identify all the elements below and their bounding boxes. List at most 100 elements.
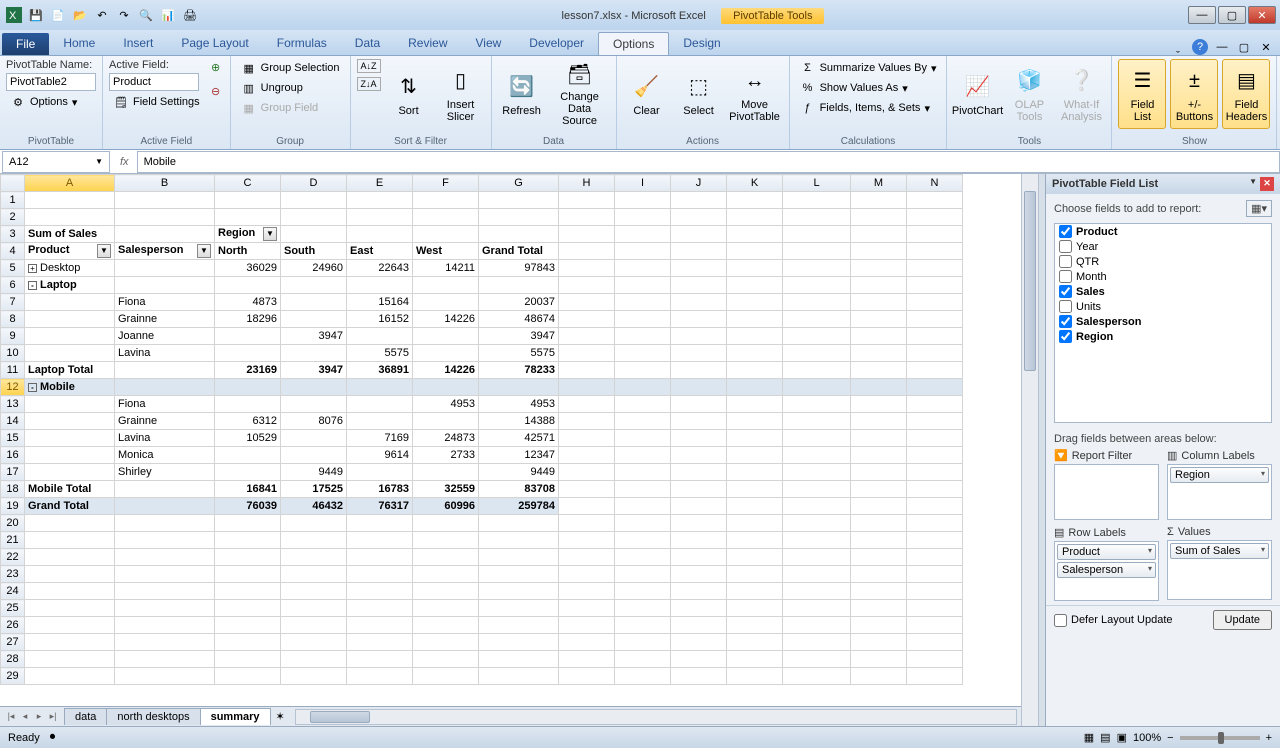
grid[interactable]: ABCDEFGHIJKLMN123Sum of SalesRegion▼4Pro… bbox=[0, 174, 1021, 706]
minimize-button[interactable]: — bbox=[1188, 6, 1216, 24]
cell-K4[interactable] bbox=[727, 243, 783, 260]
update-button[interactable]: Update bbox=[1213, 610, 1272, 630]
cell-B12[interactable] bbox=[115, 379, 215, 396]
cell-D19[interactable]: 46432 bbox=[281, 498, 347, 515]
area-chip-sum-of-sales[interactable]: Sum of Sales bbox=[1170, 543, 1269, 559]
zoom-out-icon[interactable]: − bbox=[1167, 732, 1173, 744]
cell-N21[interactable] bbox=[907, 532, 963, 549]
row-header-24[interactable]: 24 bbox=[1, 583, 25, 600]
cell-A28[interactable] bbox=[25, 651, 115, 668]
hscroll-thumb[interactable] bbox=[310, 711, 370, 723]
cell-E10[interactable]: 5575 bbox=[347, 345, 413, 362]
cell-F9[interactable] bbox=[413, 328, 479, 345]
cell-B7[interactable]: Fiona bbox=[115, 294, 215, 311]
show-values-as-button[interactable]: %Show Values As ▾ bbox=[796, 79, 941, 97]
cell-B17[interactable]: Shirley bbox=[115, 464, 215, 481]
cell-N18[interactable] bbox=[907, 481, 963, 498]
area-rows-box[interactable]: ProductSalesperson bbox=[1054, 541, 1159, 601]
cell-L27[interactable] bbox=[783, 634, 851, 651]
cell-M10[interactable] bbox=[851, 345, 907, 362]
cell-H15[interactable] bbox=[559, 430, 615, 447]
cell-J17[interactable] bbox=[671, 464, 727, 481]
minimize-ribbon-icon[interactable]: ˬ bbox=[1170, 39, 1186, 55]
cell-B14[interactable]: Grainne bbox=[115, 413, 215, 430]
insert-slicer-button[interactable]: ▯Insert Slicer bbox=[437, 59, 485, 129]
tab-design[interactable]: Design bbox=[669, 32, 734, 55]
plusminus-buttons-button[interactable]: ±+/- Buttons bbox=[1170, 59, 1218, 129]
cell-J19[interactable] bbox=[671, 498, 727, 515]
field-checkbox[interactable] bbox=[1059, 225, 1072, 238]
cell-D9[interactable]: 3947 bbox=[281, 328, 347, 345]
cell-D2[interactable] bbox=[281, 209, 347, 226]
cell-H23[interactable] bbox=[559, 566, 615, 583]
cell-E11[interactable]: 36891 bbox=[347, 362, 413, 379]
cell-A2[interactable] bbox=[25, 209, 115, 226]
cell-N23[interactable] bbox=[907, 566, 963, 583]
cell-M28[interactable] bbox=[851, 651, 907, 668]
cell-E25[interactable] bbox=[347, 600, 413, 617]
cell-N7[interactable] bbox=[907, 294, 963, 311]
cell-N5[interactable] bbox=[907, 260, 963, 277]
cell-C27[interactable] bbox=[215, 634, 281, 651]
cell-L9[interactable] bbox=[783, 328, 851, 345]
group-field-button[interactable]: ▦Group Field bbox=[237, 99, 344, 117]
cell-H16[interactable] bbox=[559, 447, 615, 464]
cell-C22[interactable] bbox=[215, 549, 281, 566]
cell-M22[interactable] bbox=[851, 549, 907, 566]
cell-H2[interactable] bbox=[559, 209, 615, 226]
cell-B28[interactable] bbox=[115, 651, 215, 668]
cell-E14[interactable] bbox=[347, 413, 413, 430]
cell-B20[interactable] bbox=[115, 515, 215, 532]
cell-I14[interactable] bbox=[615, 413, 671, 430]
cell-I19[interactable] bbox=[615, 498, 671, 515]
cell-N28[interactable] bbox=[907, 651, 963, 668]
cell-I24[interactable] bbox=[615, 583, 671, 600]
cell-M27[interactable] bbox=[851, 634, 907, 651]
cell-G20[interactable] bbox=[479, 515, 559, 532]
cell-J25[interactable] bbox=[671, 600, 727, 617]
cell-L15[interactable] bbox=[783, 430, 851, 447]
cell-D18[interactable]: 17525 bbox=[281, 481, 347, 498]
cell-N10[interactable] bbox=[907, 345, 963, 362]
group-selection-button[interactable]: ▦Group Selection bbox=[237, 59, 344, 77]
cell-M9[interactable] bbox=[851, 328, 907, 345]
cell-F23[interactable] bbox=[413, 566, 479, 583]
window-restore-icon[interactable]: ▢ bbox=[1236, 39, 1252, 55]
cell-K17[interactable] bbox=[727, 464, 783, 481]
cell-E22[interactable] bbox=[347, 549, 413, 566]
cell-D26[interactable] bbox=[281, 617, 347, 634]
cell-A22[interactable] bbox=[25, 549, 115, 566]
cell-E28[interactable] bbox=[347, 651, 413, 668]
cell-G13[interactable]: 4953 bbox=[479, 396, 559, 413]
cell-H19[interactable] bbox=[559, 498, 615, 515]
cell-J28[interactable] bbox=[671, 651, 727, 668]
cell-L22[interactable] bbox=[783, 549, 851, 566]
cell-E8[interactable]: 16152 bbox=[347, 311, 413, 328]
cell-J2[interactable] bbox=[671, 209, 727, 226]
cell-N9[interactable] bbox=[907, 328, 963, 345]
cell-C13[interactable] bbox=[215, 396, 281, 413]
field-checkbox[interactable] bbox=[1059, 330, 1072, 343]
cell-K8[interactable] bbox=[727, 311, 783, 328]
cell-F14[interactable] bbox=[413, 413, 479, 430]
cell-E16[interactable]: 9614 bbox=[347, 447, 413, 464]
cell-H5[interactable] bbox=[559, 260, 615, 277]
select-button[interactable]: ⬚Select bbox=[675, 59, 723, 129]
cell-K1[interactable] bbox=[727, 192, 783, 209]
collapse-field-icon[interactable]: ⊖ bbox=[208, 83, 224, 99]
vertical-scrollbar[interactable] bbox=[1021, 174, 1038, 726]
filter-dropdown-icon[interactable]: ▼ bbox=[97, 244, 111, 258]
cell-G6[interactable] bbox=[479, 277, 559, 294]
col-header-M[interactable]: M bbox=[851, 175, 907, 192]
cell-L20[interactable] bbox=[783, 515, 851, 532]
cell-C19[interactable]: 76039 bbox=[215, 498, 281, 515]
cell-H28[interactable] bbox=[559, 651, 615, 668]
macro-record-icon[interactable]: ⏺ bbox=[50, 731, 56, 744]
cell-F4[interactable]: West bbox=[413, 243, 479, 260]
col-header-H[interactable]: H bbox=[559, 175, 615, 192]
cell-G16[interactable]: 12347 bbox=[479, 447, 559, 464]
field-list-dropdown-icon[interactable]: ▼ bbox=[1249, 177, 1257, 191]
cell-B24[interactable] bbox=[115, 583, 215, 600]
cell-A26[interactable] bbox=[25, 617, 115, 634]
row-header-22[interactable]: 22 bbox=[1, 549, 25, 566]
